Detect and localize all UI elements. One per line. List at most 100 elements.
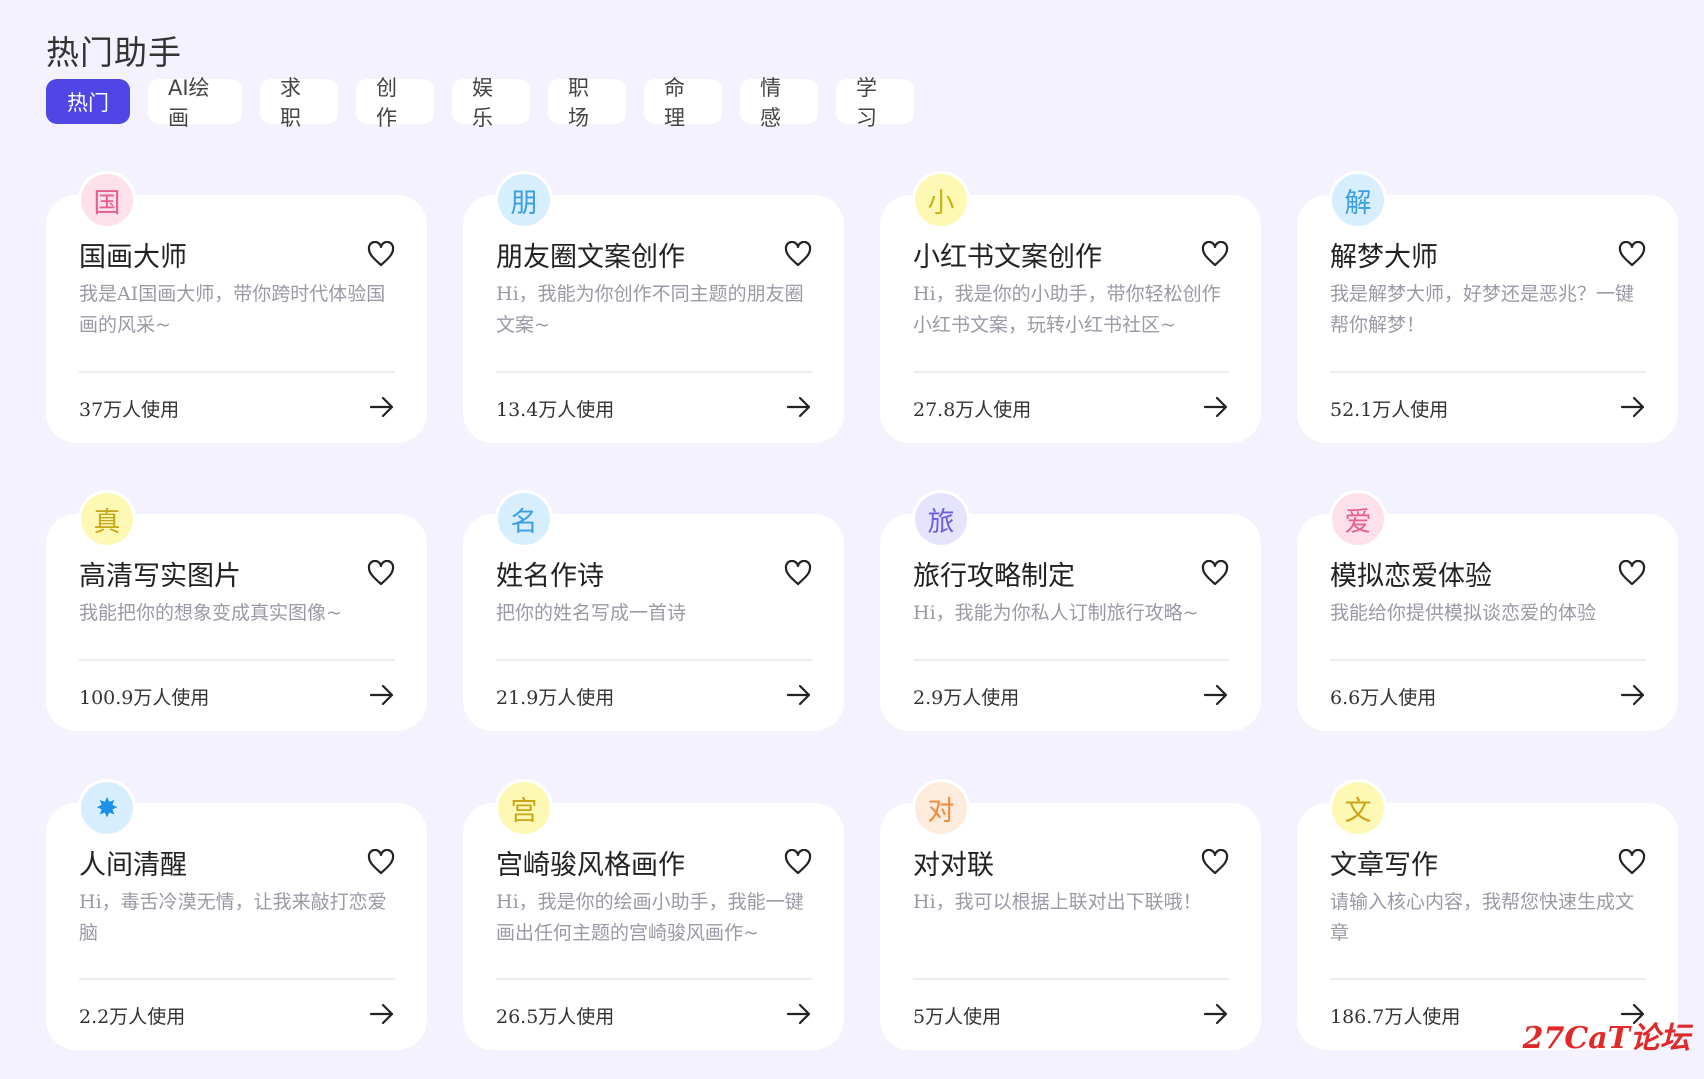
heart-icon[interactable] (1201, 240, 1229, 267)
tab-7[interactable]: 情感 (740, 76, 818, 130)
tab-8[interactable]: 学习 (836, 76, 914, 130)
assistant-title: 高清写实图片 (79, 561, 241, 592)
heart-icon[interactable] (784, 848, 812, 875)
assistant-avatar: 国 (78, 171, 136, 229)
usage-count: 5万人使用 (913, 1006, 1002, 1028)
tab-1[interactable]: AI绘画 (148, 76, 242, 130)
card-divider (913, 371, 1229, 373)
arrow-right-icon[interactable] (1620, 684, 1646, 706)
assistant-card[interactable]: 朋朋友圈文案创作 Hi，我能为你创作不同主题的朋友圈文案~ 13.4万人使用 (463, 171, 844, 443)
card-divider (913, 978, 1229, 980)
heart-icon[interactable] (1618, 240, 1646, 267)
usage-count: 21.9万人使用 (496, 687, 615, 709)
heart-icon[interactable] (784, 559, 812, 586)
assistant-card[interactable]: 解解梦大师 我是解梦大师，好梦还是恶兆？一键帮你解梦！ 52.1万人使用 (1297, 171, 1678, 443)
assistant-card[interactable]: 国国画大师 我是AI国画大师，带你跨时代体验国画的风采~ 37万人使用 (46, 171, 427, 443)
tab-2[interactable]: 求职 (260, 76, 338, 130)
card-divider (1330, 659, 1646, 661)
assistant-title: 国画大师 (79, 242, 187, 273)
tab-3[interactable]: 创作 (356, 76, 434, 130)
arrow-right-icon[interactable] (1620, 396, 1646, 418)
usage-count: 186.7万人使用 (1330, 1006, 1461, 1028)
assistant-title: 朋友圈文案创作 (496, 242, 685, 273)
heart-icon[interactable] (367, 559, 395, 586)
assistant-avatar: 宫 (495, 779, 553, 837)
usage-count: 6.6万人使用 (1330, 687, 1437, 709)
usage-count: 100.9万人使用 (79, 687, 210, 709)
assistant-description: Hi，我能为你创作不同主题的朋友圈文案~ (496, 283, 804, 336)
assistant-card[interactable]: ✸ 人间清醒 Hi，毒舌冷漠无情，让我来敲打恋爱脑 2.2万人使用 (46, 779, 427, 1050)
assistant-avatar: ✸ (78, 779, 136, 837)
tab-6[interactable]: 命理 (644, 76, 722, 130)
assistant-description: 请输入核心内容，我帮您快速生成文章 (1330, 891, 1635, 944)
heart-icon[interactable] (367, 848, 395, 875)
assistant-card[interactable]: 对对对联 Hi，我可以根据上联对出下联哦！ 5万人使用 (880, 779, 1261, 1050)
usage-count: 2.9万人使用 (913, 687, 1020, 709)
assistant-title: 宫崎骏风格画作 (496, 850, 685, 881)
heart-icon[interactable] (1618, 848, 1646, 875)
assistant-title: 姓名作诗 (496, 561, 604, 592)
usage-count: 13.4万人使用 (496, 399, 615, 421)
arrow-right-icon[interactable] (1203, 1003, 1229, 1025)
assistant-card[interactable]: 旅旅行攻略制定 Hi，我能为你私人订制旅行攻略~ 2.9万人使用 (880, 490, 1261, 731)
assistant-avatar: 真 (78, 490, 136, 548)
heart-icon[interactable] (1201, 559, 1229, 586)
arrow-right-icon[interactable] (1203, 396, 1229, 418)
card-divider (1330, 371, 1646, 373)
usage-count: 27.8万人使用 (913, 399, 1032, 421)
assistant-card[interactable]: 真高清写实图片我能把你的想象变成真实图像~ 100.9万人使用 (46, 490, 427, 731)
assistant-avatar: 朋 (495, 171, 553, 229)
category-tabs: 热门 AI绘画 求职 创作 娱乐 职场 命理 情感 学习 (46, 76, 914, 130)
assistant-description: 我是解梦大师，好梦还是恶兆？一键帮你解梦！ (1330, 283, 1635, 336)
heart-icon[interactable] (1201, 848, 1229, 875)
arrow-right-icon[interactable] (786, 684, 812, 706)
tab-5[interactable]: 职场 (548, 76, 626, 130)
card-divider (496, 371, 812, 373)
assistant-avatar: 解 (1329, 171, 1387, 229)
assistant-description: Hi，我可以根据上联对出下联哦！ (913, 891, 1202, 913)
assistant-description: 我能把你的想象变成真实图像~ (79, 602, 342, 624)
assistant-card[interactable]: 小小红书文案创作 Hi，我是你的小助手，带你轻松创作小红书文案，玩转小红书社区~ 2… (880, 171, 1261, 443)
arrow-right-icon[interactable] (1203, 684, 1229, 706)
heart-icon[interactable] (367, 240, 395, 267)
card-divider (79, 659, 395, 661)
assistant-title: 小红书文案创作 (913, 242, 1102, 273)
arrow-right-icon[interactable] (369, 684, 395, 706)
assistant-card[interactable]: 爱模拟恋爱体验 我能给你提供模拟谈恋爱的体验 6.6万人使用 (1297, 490, 1678, 731)
card-divider (913, 659, 1229, 661)
card-divider (496, 659, 812, 661)
assistant-title: 模拟恋爱体验 (1330, 561, 1492, 592)
assistant-avatar: 文 (1329, 779, 1387, 837)
assistant-title: 文章写作 (1330, 850, 1438, 881)
assistant-description: Hi，我是你的绘画小助手，我能一键画出任何主题的宫崎骏风画作~ (496, 891, 804, 944)
tab-0[interactable]: 热门 (46, 79, 130, 124)
card-divider (79, 978, 395, 980)
arrow-right-icon[interactable] (369, 1003, 395, 1025)
assistant-title: 解梦大师 (1330, 242, 1438, 273)
assistant-avatar: 对 (912, 779, 970, 837)
heart-icon[interactable] (784, 240, 812, 267)
usage-count: 37万人使用 (79, 399, 180, 421)
arrow-right-icon[interactable] (786, 1003, 812, 1025)
assistant-description: Hi，毒舌冷漠无情，让我来敲打恋爱脑 (79, 891, 387, 944)
tab-4[interactable]: 娱乐 (452, 76, 530, 130)
heart-icon[interactable] (1618, 559, 1646, 586)
assistant-avatar: 爱 (1329, 490, 1387, 548)
usage-count: 2.2万人使用 (79, 1006, 186, 1028)
assistant-card[interactable]: 名姓名作诗把你的姓名写成一首诗 21.9万人使用 (463, 490, 844, 731)
card-divider (79, 371, 395, 373)
assistant-card[interactable]: 宫宫崎骏风格画作 Hi，我是你的绘画小助手，我能一键画出任何主题的宫崎骏风画作~ 2… (463, 779, 844, 1050)
page-title: 热门助手 (46, 33, 182, 72)
arrow-right-icon[interactable] (369, 396, 395, 418)
assistant-avatar: 名 (495, 490, 553, 548)
card-divider (496, 978, 812, 980)
assistant-avatar: 旅 (912, 490, 970, 548)
watermark: 27CaT论坛 (1522, 1021, 1690, 1056)
assistant-title: 旅行攻略制定 (913, 561, 1075, 592)
assistant-description: Hi，我能为你私人订制旅行攻略~ (913, 602, 1199, 624)
assistant-avatar: 小 (912, 171, 970, 229)
arrow-right-icon[interactable] (786, 396, 812, 418)
card-divider (1330, 978, 1646, 980)
assistant-title: 对对联 (913, 850, 994, 881)
assistant-description: 把你的姓名写成一首诗 (496, 602, 687, 624)
